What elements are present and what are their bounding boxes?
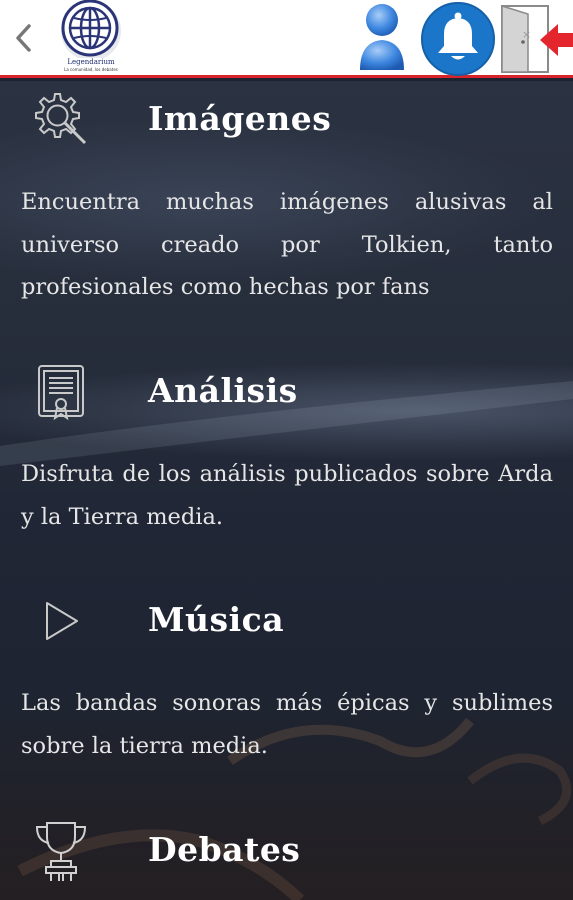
chevron-left-icon [16,24,31,52]
section-icon-wrap [30,361,92,423]
home-content[interactable]: Imágenes Encuentra muchas imágenes alusi… [0,81,573,900]
play-icon [46,602,78,640]
svg-text:×: × [522,28,531,41]
bell-icon [421,2,495,76]
section-icon-wrap [30,820,92,882]
section-description: Las bandas sonoras más épicas y sublimes… [21,690,553,759]
certificate-icon [38,365,84,421]
section-imagenes[interactable]: Imágenes [0,85,573,155]
logo-name: Legendarium [67,58,115,66]
section-title: Análisis [148,371,298,410]
user-icon [360,4,404,70]
section-title: Música [148,600,285,639]
app-logo[interactable]: Legendarium La comunidad, los debates [44,0,138,76]
trophy-icon [35,822,87,881]
app-header: Legendarium La comunidad, los debates × [0,0,573,78]
section-icon-wrap [30,89,92,151]
section-icon-wrap [30,590,92,652]
search-gear-icon [35,93,87,145]
section-description: Encuentra muchas imágenes alusivas al un… [21,189,553,300]
section-title: Debates [148,830,301,869]
logo-tagline: La comunidad, los debates [64,67,118,72]
globe-logo-icon [61,0,121,61]
logout-button[interactable]: × [498,4,573,74]
section-analisis[interactable]: Análisis [0,357,573,427]
section-debates[interactable]: Debates [0,816,573,886]
section-description: Disfruta de los análisis publicados sobr… [21,461,553,530]
user-profile-button[interactable] [354,0,410,76]
notifications-button[interactable] [420,2,496,76]
exit-door-icon: × [501,4,573,73]
back-button[interactable] [6,16,40,60]
section-musica[interactable]: Música [0,586,573,656]
section-title: Imágenes [148,99,332,138]
